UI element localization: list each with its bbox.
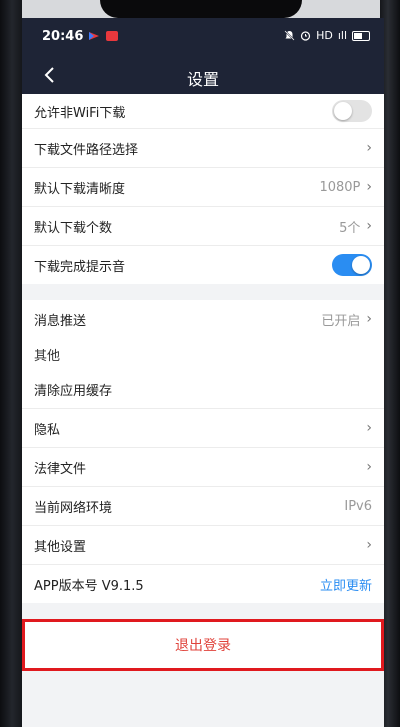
download-sound-row: 下载完成提示音 — [22, 246, 384, 284]
other-settings-group: 清除应用缓存 隐私 › 法律文件 › 当前网络环境 IPv6 其他设置 › AP… — [22, 370, 384, 603]
privacy-row[interactable]: 隐私 › — [22, 409, 384, 448]
logout-button[interactable]: 退出登录 — [22, 619, 384, 671]
signal-icon: ıll — [337, 29, 347, 42]
more-settings-label: 其他设置 — [34, 539, 87, 555]
download-count-row[interactable]: 默认下载个数 5个 › — [22, 207, 384, 246]
download-settings-group: 允许非WiFi下载 下载文件路径选择 › 默认下载清晰度 1080P › 默认下… — [22, 94, 384, 284]
download-quality-label: 默认下载清晰度 — [34, 181, 126, 197]
alarm-icon — [300, 31, 311, 41]
chevron-right-icon: › — [366, 140, 372, 156]
chevron-right-icon: › — [366, 218, 372, 234]
chevron-right-icon: › — [366, 179, 372, 195]
privacy-label: 隐私 — [34, 422, 61, 438]
download-path-label: 下载文件路径选择 — [34, 142, 139, 158]
status-bar: 20:46 HD ıll — [22, 18, 384, 56]
status-icons: HD ıll — [284, 29, 370, 42]
phone-bezel-left — [0, 0, 22, 727]
chevron-right-icon: › — [366, 420, 372, 436]
network-row: 当前网络环境 IPv6 — [22, 487, 384, 526]
nav-bar: 设置 — [22, 56, 384, 94]
download-quality-row[interactable]: 默认下载清晰度 1080P › — [22, 168, 384, 207]
other-section-header: 其他 — [22, 338, 384, 370]
push-group: 消息推送 已开启 › — [22, 300, 384, 338]
status-time: 20:46 — [42, 29, 84, 44]
download-quality-value: 1080P — [319, 179, 361, 195]
more-settings-row[interactable]: 其他设置 › — [22, 526, 384, 565]
legal-row[interactable]: 法律文件 › — [22, 448, 384, 487]
other-header-label: 其他 — [34, 349, 61, 364]
video-app-notification-icon — [106, 31, 118, 41]
hd-indicator: HD — [316, 29, 333, 42]
download-sound-label: 下载完成提示音 — [34, 259, 126, 275]
page-title: 设置 — [186, 70, 219, 89]
download-sound-toggle[interactable] — [332, 254, 372, 276]
mute-icon — [284, 30, 295, 41]
download-count-value: 5个 — [339, 220, 361, 236]
chevron-right-icon: › — [366, 311, 372, 327]
download-path-row[interactable]: 下载文件路径选择 › — [22, 129, 384, 168]
push-label: 消息推送 — [34, 313, 87, 329]
allow-non-wifi-toggle[interactable] — [332, 100, 372, 122]
version-label: APP版本号 V9.1.5 — [34, 578, 144, 594]
clear-cache-row[interactable]: 清除应用缓存 — [22, 370, 384, 409]
allow-non-wifi-label: 允许非WiFi下载 — [34, 105, 126, 121]
version-row: APP版本号 V9.1.5 立即更新 — [22, 565, 384, 603]
clear-cache-label: 清除应用缓存 — [34, 383, 113, 399]
phone-notch — [100, 0, 302, 18]
section-gap — [22, 284, 384, 300]
battery-icon — [352, 30, 370, 41]
legal-label: 法律文件 — [34, 461, 87, 477]
push-row[interactable]: 消息推送 已开启 › — [22, 300, 384, 338]
network-value: IPv6 — [344, 498, 372, 514]
download-count-label: 默认下载个数 — [34, 220, 113, 236]
chevron-right-icon: › — [366, 459, 372, 475]
phone-screen: 20:46 HD ıll 设置 允许非WiFi下载 下载文件路径选择 › 默认下… — [22, 18, 384, 727]
app-notification-icon — [89, 32, 99, 40]
logout-label: 退出登录 — [175, 638, 231, 654]
allow-non-wifi-row: 允许非WiFi下载 — [22, 94, 384, 129]
push-value: 已开启 — [321, 313, 361, 329]
chevron-right-icon: › — [366, 537, 372, 553]
network-label: 当前网络环境 — [34, 500, 113, 516]
update-now-link[interactable]: 立即更新 — [320, 575, 372, 594]
